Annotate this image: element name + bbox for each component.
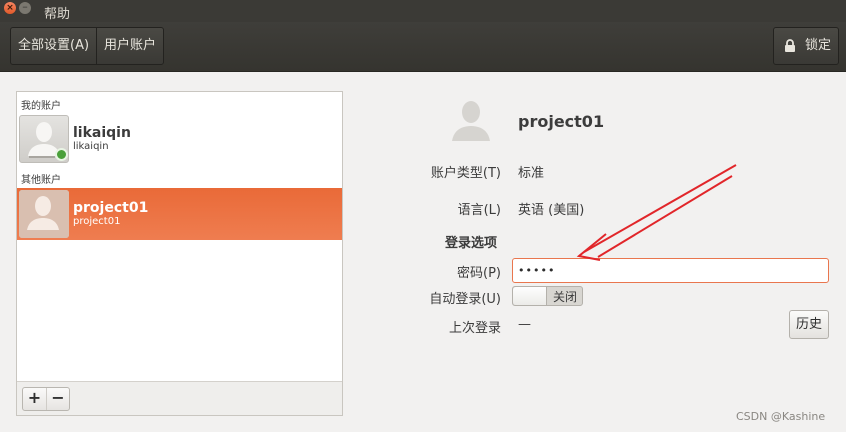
lock-icon bbox=[785, 39, 795, 52]
account-name: likaiqin bbox=[73, 125, 131, 141]
autologin-toggle[interactable]: 关闭 bbox=[512, 286, 583, 306]
last-login-label: 上次登录 bbox=[448, 321, 501, 336]
password-field[interactable]: ••••• bbox=[512, 258, 829, 283]
toggle-knob bbox=[513, 287, 547, 305]
title-bar: × – 帮助 bbox=[0, 0, 846, 22]
account-list-panel: 我的账户 likaiqin likaiqin 其他账户 project01 pr… bbox=[16, 91, 343, 416]
autologin-label: 自动登录(U) bbox=[429, 292, 501, 307]
user-silhouette-icon bbox=[19, 190, 69, 238]
history-button[interactable]: 历史 bbox=[789, 310, 829, 339]
breadcrumb: 全部设置(A) 用户账户 bbox=[10, 27, 165, 65]
account-login: project01 bbox=[73, 216, 121, 227]
password-label: 密码(P) bbox=[457, 266, 501, 281]
avatar-underline bbox=[29, 156, 55, 158]
add-remove-group: + − bbox=[22, 387, 70, 411]
all-settings-button[interactable]: 全部设置(A) bbox=[11, 28, 96, 64]
toggle-state-label: 关闭 bbox=[553, 290, 578, 304]
account-avatar-button[interactable] bbox=[445, 97, 505, 145]
watermark: CSDN @Kashine bbox=[736, 410, 826, 423]
lock-button-label: 锁定 bbox=[805, 38, 832, 53]
annotation-arrow bbox=[576, 164, 737, 261]
online-status-icon bbox=[55, 148, 68, 161]
account-type-value[interactable]: 标准 bbox=[518, 162, 544, 181]
login-options-title: 登录选项 bbox=[445, 236, 498, 251]
user-silhouette-icon bbox=[452, 101, 490, 141]
account-name: project01 bbox=[73, 200, 149, 216]
account-row-project01[interactable]: project01 project01 bbox=[17, 188, 342, 240]
other-accounts-section-label: 其他账户 bbox=[21, 175, 61, 186]
account-login: likaiqin bbox=[73, 141, 109, 152]
language-value[interactable]: 英语 (美国) bbox=[518, 199, 584, 218]
my-account-section-label: 我的账户 bbox=[21, 101, 61, 112]
account-type-label: 账户类型(T) bbox=[430, 166, 501, 181]
minimize-window-button[interactable]: – bbox=[19, 1, 31, 14]
language-label: 语言(L) bbox=[457, 203, 501, 218]
account-list-footer: + − bbox=[17, 381, 342, 415]
account-row-likaiqin[interactable]: likaiqin likaiqin bbox=[17, 113, 342, 165]
user-accounts-button[interactable]: 用户账户 bbox=[96, 28, 163, 64]
account-fullname[interactable]: project01 bbox=[518, 112, 604, 131]
close-window-button[interactable]: × bbox=[4, 2, 16, 14]
last-login-value: — bbox=[518, 317, 531, 332]
lock-button[interactable]: 锁定 bbox=[773, 27, 839, 65]
window-title: 帮助 bbox=[44, 7, 71, 22]
avatar bbox=[19, 190, 69, 238]
add-user-button[interactable]: + bbox=[23, 388, 46, 410]
remove-user-button[interactable]: − bbox=[46, 388, 69, 410]
header-toolbar: 全部设置(A) 用户账户 锁定 bbox=[0, 22, 846, 72]
